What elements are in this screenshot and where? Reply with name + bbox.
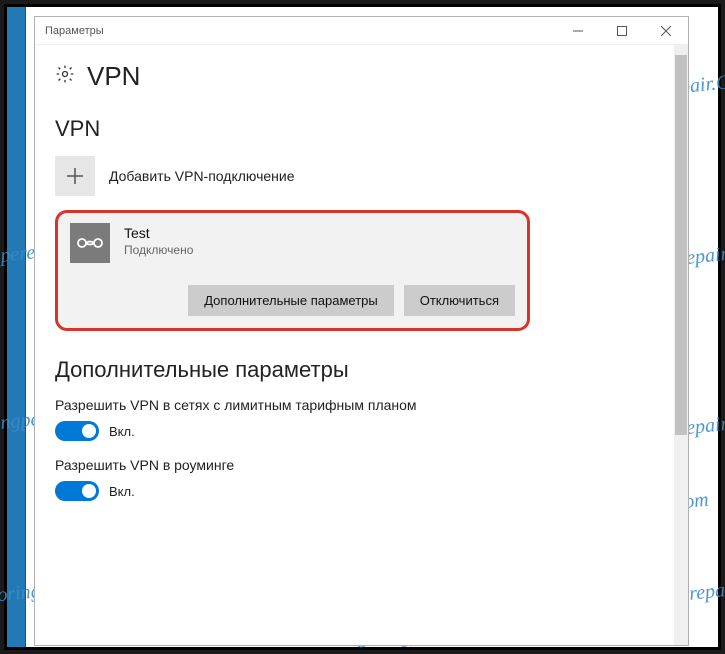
content-area: VPN VPN Добавить VPN-подключение	[35, 45, 688, 645]
advanced-section-heading: Дополнительные параметры	[55, 357, 651, 383]
setting-allow-metered: Разрешить VPN в сетях с лимитным тарифны…	[55, 397, 651, 441]
toggle-allow-roaming[interactable]	[55, 481, 99, 501]
connection-name: Test	[124, 225, 193, 241]
window-title: Параметры	[45, 25, 104, 37]
maximize-button[interactable]	[600, 17, 644, 45]
left-blue-strip	[7, 7, 26, 647]
connection-status: Подключено	[124, 243, 193, 257]
scrollbar[interactable]	[674, 45, 688, 645]
vpn-connection-item[interactable]: Test Подключено Дополнительные параметры…	[55, 210, 530, 331]
scrollbar-thumb[interactable]	[675, 55, 687, 435]
toggle-state-label: Вкл.	[109, 484, 135, 499]
add-vpn-row[interactable]: Добавить VPN-подключение	[55, 156, 651, 196]
vpn-section-heading: VPN	[55, 116, 651, 142]
minimize-button[interactable]	[556, 17, 600, 45]
page-header: VPN	[55, 55, 651, 92]
page-title: VPN	[87, 61, 140, 92]
disconnect-button[interactable]: Отключиться	[404, 285, 515, 316]
setting-label: Разрешить VPN в роуминге	[55, 457, 651, 473]
plus-icon	[55, 156, 95, 196]
setting-allow-roaming: Разрешить VPN в роуминге Вкл.	[55, 457, 651, 501]
toggle-state-label: Вкл.	[109, 424, 135, 439]
close-button[interactable]	[644, 17, 688, 45]
gear-icon	[55, 64, 75, 89]
add-vpn-label: Добавить VPN-подключение	[109, 168, 295, 184]
settings-window: Параметры	[34, 16, 689, 646]
toggle-allow-metered[interactable]	[55, 421, 99, 441]
titlebar: Параметры	[35, 17, 688, 45]
advanced-options-button[interactable]: Дополнительные параметры	[188, 285, 394, 316]
vpn-icon	[70, 223, 110, 263]
setting-label: Разрешить VPN в сетях с лимитным тарифны…	[55, 397, 651, 413]
